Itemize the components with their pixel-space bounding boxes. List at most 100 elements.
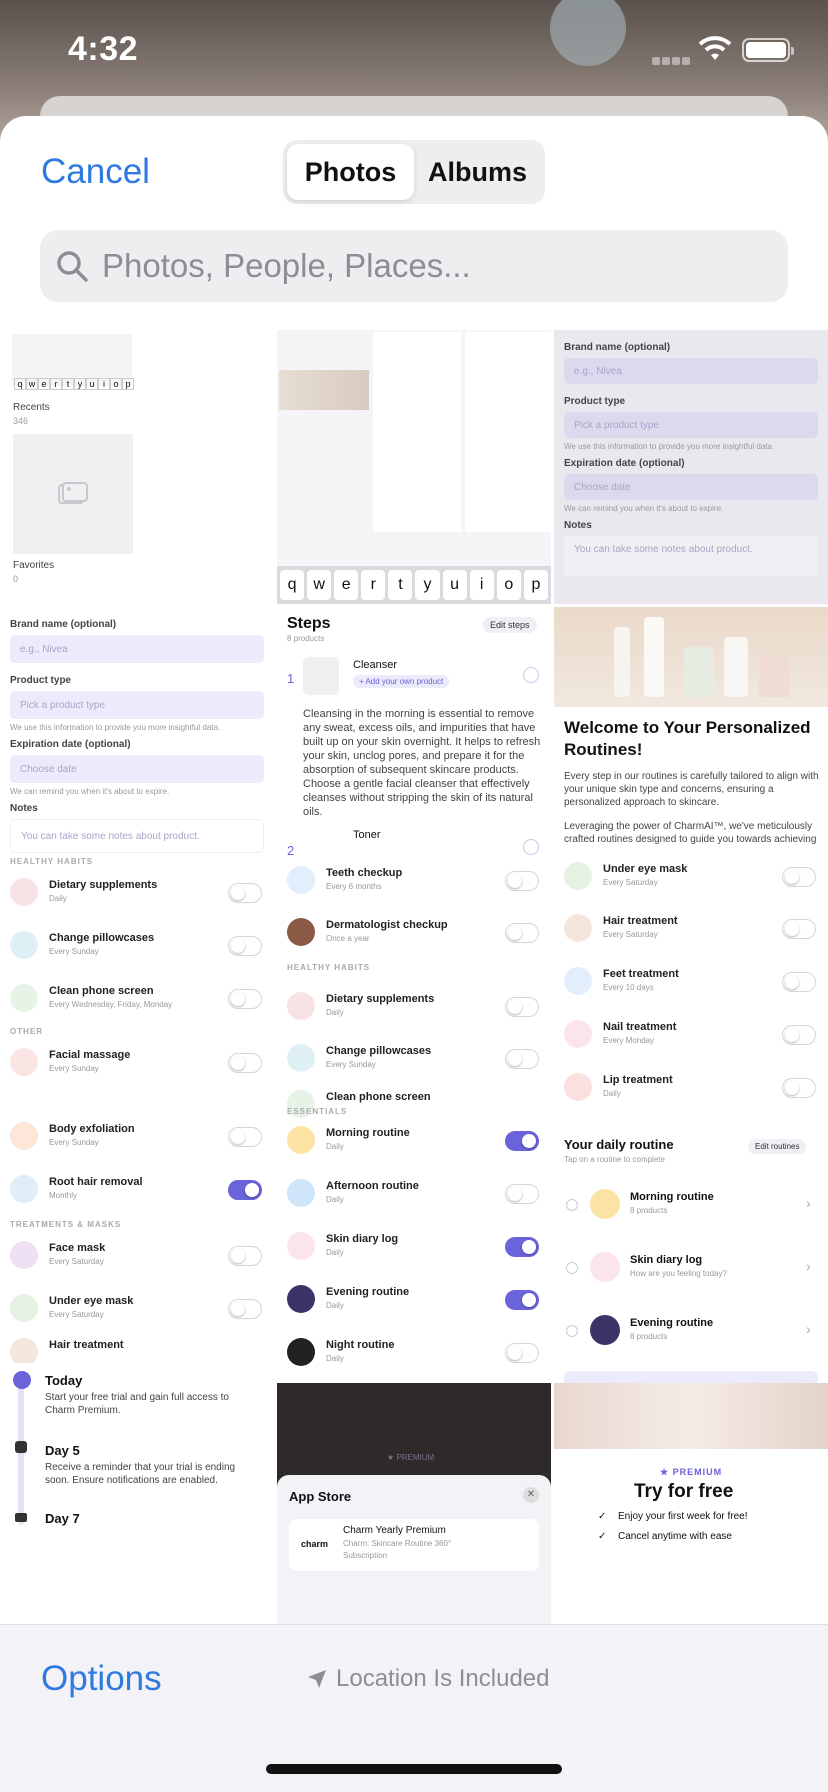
mini-list [373,332,461,532]
appstore-sheet: App Store ✕ charm Charm Yearly Premium C… [277,1475,551,1624]
search-input[interactable] [102,247,742,285]
photo-thumbnail-form[interactable]: Brand name (optional) e.g., Nivea Produc… [554,330,828,604]
photo-thumbnail-welcome[interactable]: Welcome to Your Personalized Routines! E… [554,607,828,1624]
habit-toggle [782,1078,816,1098]
habit-row: Lip treatment Daily [554,1064,828,1110]
habit-frequency: Every 10 days [603,983,654,992]
photo-thumbnail-steps[interactable]: Steps 8 products Edit steps 1 Cleanser +… [277,607,551,1624]
habit-row: Hair treatment [0,1329,274,1366]
massage-icon [10,1048,38,1076]
type-help: We use this information to provide you m… [564,442,775,451]
key: q [280,570,305,600]
habit-row: Face mask Every Saturday [0,1232,274,1278]
bell-icon [15,1441,27,1453]
feet-icon [564,967,592,995]
habit-name: Under eye mask [49,1295,134,1307]
diary-icon [287,1232,315,1260]
key: t [388,570,413,600]
habit-toggle [782,1025,816,1045]
expiration-field: Choose date [564,474,818,500]
type-label: Product type [10,675,72,686]
favorites-count: 0 [13,574,19,584]
photo-icon [58,482,88,504]
expiration-help: We can remind you when it's about to exp… [10,787,170,796]
habit-name: Dietary supplements [49,879,158,891]
location-status: Location Is Included [306,1665,549,1693]
habit-name: Lip treatment [603,1074,673,1086]
products-photo [279,370,369,410]
eye-mask-icon [10,1294,38,1322]
step-name: Toner [353,829,381,841]
routine-button-edge [564,1371,818,1383]
premium-badge: ★ PREMIUM [387,1453,435,1462]
routine-check [566,1262,578,1274]
welcome-paragraph-1: Every step in our routines is carefully … [564,771,819,808]
tab-albums[interactable]: Albums [414,144,541,200]
habit-frequency: Daily [49,894,67,903]
brand-label: Brand name (optional) [10,619,117,630]
habit-row: Hair treatment Every Saturday [554,905,828,951]
routine-name: Evening routine [630,1317,714,1329]
section-essentials: ESSENTIALS [287,1107,348,1116]
habit-name: Change pillowcases [326,1045,432,1057]
options-button[interactable]: Options [41,1659,162,1699]
day5-text: Receive a reminder that your trial is en… [45,1462,236,1486]
habit-frequency: Daily [326,1195,344,1204]
expiration-label: Expiration date (optional) [564,458,685,469]
photo-thumbnail-albums[interactable]: q w e r t y u i o p Recents 346 Favorite… [0,330,274,604]
habit-toggle [505,1049,539,1069]
habit-toggle [228,1180,262,1200]
habit-toggle [505,1131,539,1151]
photo-picker-sheet: Cancel Photos Albums q w e r t y u i o p… [0,116,828,1792]
cancel-button[interactable]: Cancel [41,152,150,192]
habit-row: Body exfoliation Every Sunday [0,1113,274,1159]
add-product-button: + Add your own product [353,675,450,688]
habit-name: Facial massage [49,1049,131,1061]
key: r [50,378,62,390]
habit-name: Skin diary log [326,1233,399,1245]
habit-row: Nail treatment Every Monday [554,1011,828,1057]
habit-frequency: Every Monday [603,1036,655,1045]
key: o [496,570,521,600]
habit-name: Afternoon routine [326,1180,419,1192]
habit-frequency: Every Wednesday, Friday, Monday [49,1000,173,1009]
check-icon: ✓ [598,1531,607,1542]
key: w [307,570,332,600]
habit-toggle [228,1299,262,1319]
steps-title: Steps [287,615,331,632]
key: t [62,378,74,390]
appstore-screenshot: ★ PREMIUM App Store ✕ charm Charm Yearly… [277,1383,551,1624]
habit-name: Evening routine [326,1286,410,1298]
habit-name: Clean phone screen [49,985,154,997]
brand-field: e.g., Nivea [10,635,264,663]
habit-toggle [505,923,539,943]
tab-photos[interactable]: Photos [287,144,414,200]
step-check [523,839,539,855]
habit-frequency: Daily [326,1248,344,1257]
habit-toggle [228,989,262,1009]
habit-name: Change pillowcases [49,932,155,944]
routine-check [566,1199,578,1211]
habit-row: Under eye mask Every Saturday [0,1285,274,1331]
key: e [334,570,359,600]
habit-row: Change pillowcases Every Sunday [277,1035,551,1081]
habit-row: Change pillowcases Every Sunday [0,922,274,968]
key: r [361,570,386,600]
women-photo [554,1383,828,1449]
day7-title: Day 7 [45,1511,80,1526]
habit-frequency: Every Saturday [603,930,658,939]
photo-thumbnail-habits-list[interactable]: Brand name (optional) e.g., Nivea Produc… [0,607,274,1624]
mini-list-2 [465,332,551,532]
habit-row: Evening routine Daily [277,1276,551,1322]
favorites-placeholder [13,434,133,554]
habit-row: Afternoon routine Daily [277,1170,551,1216]
routine-name: Skin diary log [630,1254,703,1266]
moon-icon [590,1315,620,1345]
key: u [86,378,98,390]
photo-thumbnail-app-keyboard[interactable]: q w e r t y u i o p [277,330,551,604]
recents-label: Recents [13,402,50,413]
habit-frequency: Monthly [49,1191,78,1200]
habit-row: Root hair removal Monthly [0,1166,274,1212]
habit-row: Skin diary log Daily [277,1223,551,1269]
key: o [110,378,122,390]
